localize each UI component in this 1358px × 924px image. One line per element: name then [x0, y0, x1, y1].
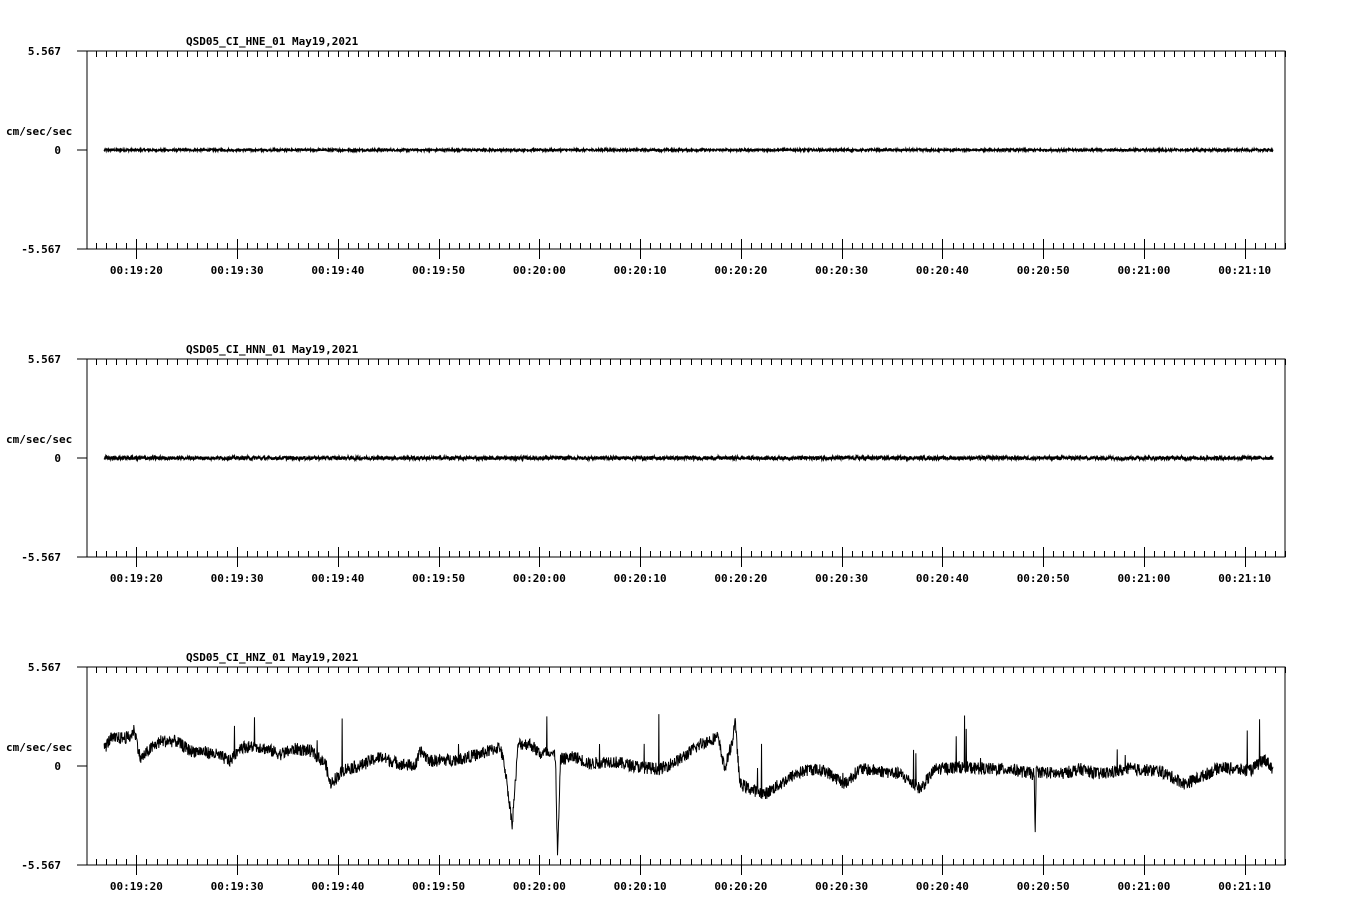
x-tick-label: 00:20:50 [1017, 880, 1070, 893]
x-tick-label: 00:19:20 [110, 264, 163, 277]
y-axis-label: cm/sec/sec [6, 741, 72, 754]
x-tick-label: 00:21:10 [1218, 572, 1271, 585]
x-tick-label: 00:19:20 [110, 572, 163, 585]
x-tick-label: 00:20:50 [1017, 572, 1070, 585]
x-tick-label: 00:20:20 [714, 880, 767, 893]
y-tick-label: 5.567 [28, 353, 61, 366]
x-tick-label: 00:20:40 [916, 572, 969, 585]
x-tick-label: 00:21:10 [1218, 264, 1271, 277]
x-tick-label: 00:20:40 [916, 880, 969, 893]
x-tick-label: 00:19:30 [211, 572, 264, 585]
y-tick-label: 0 [54, 144, 61, 157]
x-tick-label: 00:20:00 [513, 264, 566, 277]
x-tick-label: 00:20:40 [916, 264, 969, 277]
x-tick-label: 00:21:10 [1218, 880, 1271, 893]
x-tick-label: 00:20:30 [815, 880, 868, 893]
x-tick-label: 00:19:50 [412, 880, 465, 893]
x-tick-label: 00:19:40 [311, 572, 364, 585]
x-tick-label: 00:20:10 [614, 264, 667, 277]
x-tick-label: 00:21:00 [1117, 264, 1170, 277]
seismogram-figure: 5.567 0 -5.567 cm/sec/sec QSD05_CI_HNE_01 Ma… [6, 35, 1286, 893]
waveform-trace [103, 714, 1274, 856]
x-tick-label: 00:20:20 [714, 572, 767, 585]
panel-2: 5.567 0 -5.567 cm/sec/sec QSD05_CI_HNN_01 Ma… [6, 343, 1286, 585]
y-axis-label: cm/sec/sec [6, 433, 72, 446]
x-tick-label: 00:19:40 [311, 880, 364, 893]
waveform-trace [103, 453, 1274, 463]
x-tick-label: 00:19:50 [412, 264, 465, 277]
x-tick-label: 00:20:20 [714, 264, 767, 277]
x-tick-label: 00:20:30 [815, 264, 868, 277]
y-tick-label: 0 [54, 760, 61, 773]
x-tick-label: 00:20:50 [1017, 264, 1070, 277]
x-tick-label: 00:20:00 [513, 880, 566, 893]
waveform-trace [103, 146, 1274, 154]
x-tick-label: 00:19:30 [211, 264, 264, 277]
y-axis-label: cm/sec/sec [6, 125, 72, 138]
panel-3: 5.567 0 -5.567 cm/sec/sec QSD05_CI_HNZ_01 Ma… [6, 651, 1286, 893]
x-tick-label: 00:20:30 [815, 572, 868, 585]
panel-title: QSD05_CI_HNZ_01 May19,2021 [186, 651, 359, 664]
y-tick-label: -5.567 [21, 859, 61, 872]
panel-1: 5.567 0 -5.567 cm/sec/sec QSD05_CI_HNE_01 Ma… [6, 35, 1286, 277]
y-tick-label: 5.567 [28, 45, 61, 58]
x-tick-label: 00:20:10 [614, 880, 667, 893]
x-tick-label: 00:20:10 [614, 572, 667, 585]
y-tick-label: 0 [54, 452, 61, 465]
y-tick-label: -5.567 [21, 243, 61, 256]
panel-title: QSD05_CI_HNN_01 May19,2021 [186, 343, 359, 356]
x-tick-label: 00:19:50 [412, 572, 465, 585]
x-tick-label: 00:21:00 [1117, 572, 1170, 585]
x-tick-label: 00:19:20 [110, 880, 163, 893]
x-tick-label: 00:20:00 [513, 572, 566, 585]
x-tick-label: 00:19:30 [211, 880, 264, 893]
x-tick-label: 00:21:00 [1117, 880, 1170, 893]
panel-title: QSD05_CI_HNE_01 May19,2021 [186, 35, 359, 48]
x-tick-label: 00:19:40 [311, 264, 364, 277]
y-tick-label: -5.567 [21, 551, 61, 564]
plot-frame [86, 666, 1286, 866]
y-tick-label: 5.567 [28, 661, 61, 674]
